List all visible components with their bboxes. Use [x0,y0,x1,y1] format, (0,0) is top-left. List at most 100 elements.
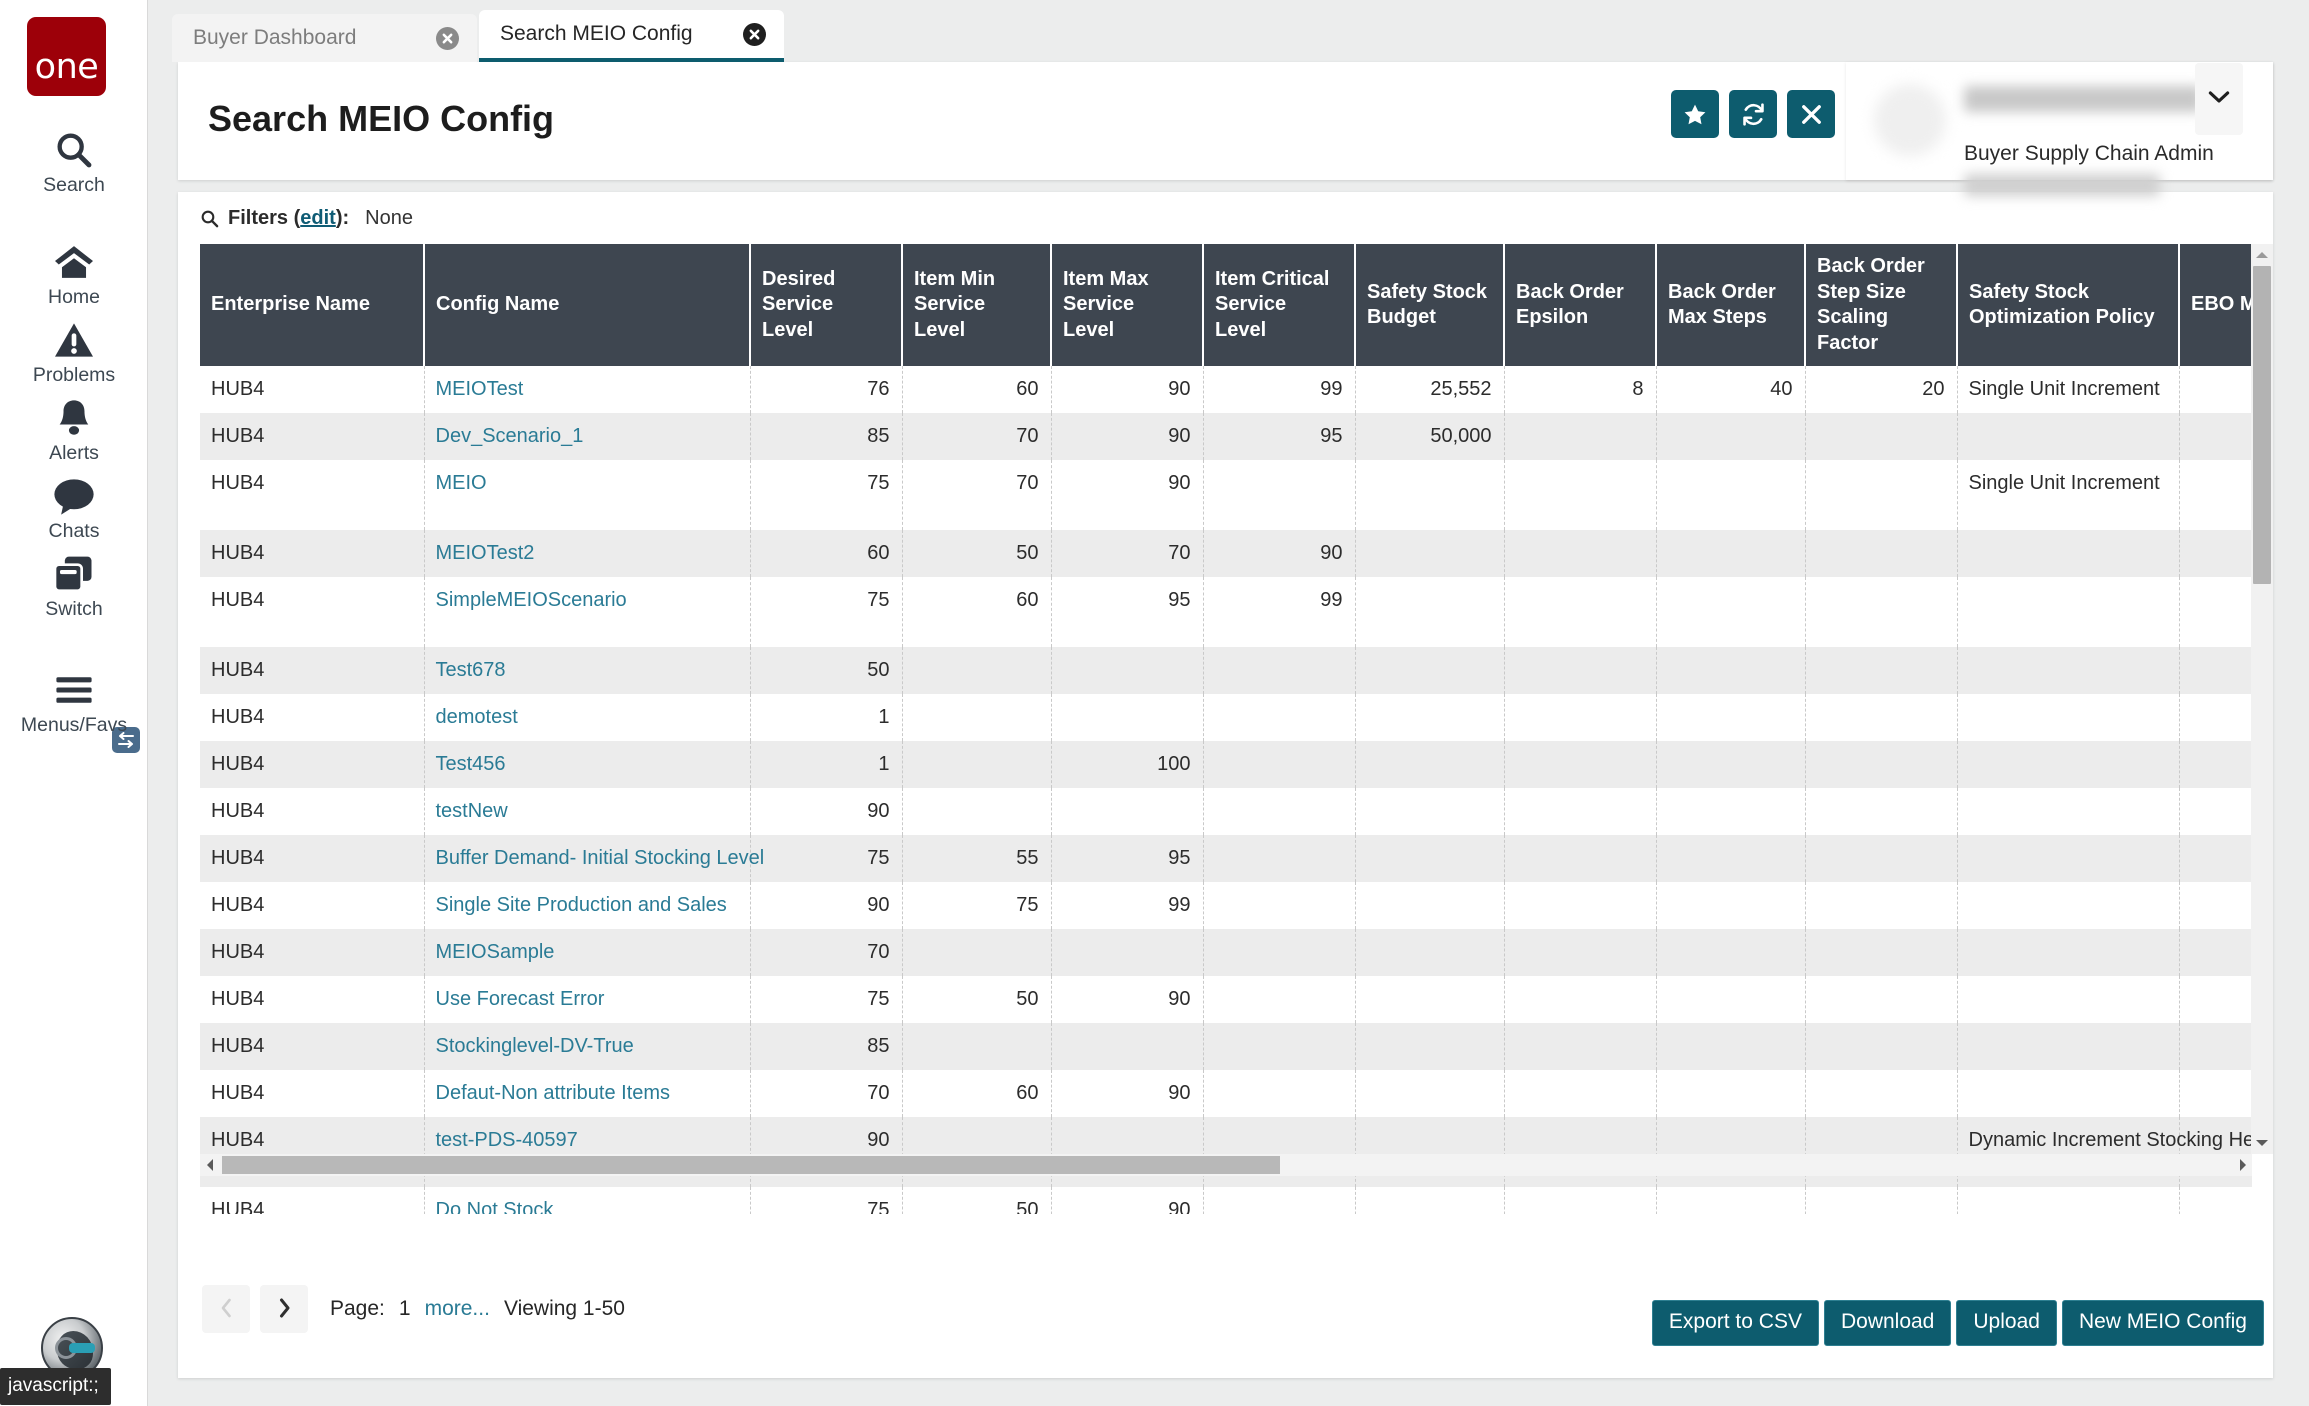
sidebar-item-switch[interactable]: Switch [0,552,148,621]
table-row[interactable]: HUB4Test67850 [200,647,2252,694]
cell-config[interactable]: Stockinglevel-DV-True [424,1023,750,1070]
config-name-link[interactable]: test-PDS-40597 [436,1129,578,1151]
config-name-link[interactable]: MEIOTest [436,378,524,400]
scroll-up-icon[interactable] [2251,244,2273,266]
horizontal-scrollbar[interactable] [200,1154,2252,1176]
cell-config[interactable]: Single Site Production and Sales [424,882,750,929]
cell-config[interactable]: MEIOTest [424,366,750,413]
column-header-desired-service-level[interactable]: Desired Service Level [750,244,902,366]
config-name-link[interactable]: Test678 [436,659,506,681]
one-network-logo[interactable]: one [27,17,106,96]
config-name-link[interactable]: Defaut-Non attribute Items [436,1082,671,1104]
table-row[interactable]: HUB4MEIOSample70 [200,929,2252,976]
column-header-config-name[interactable]: Config Name [424,244,750,366]
horizontal-scroll-thumb[interactable] [222,1156,1280,1174]
cell-config[interactable]: testNew [424,788,750,835]
config-name-link[interactable]: Dev_Scenario_1 [436,425,584,447]
cell-config[interactable]: Use Forecast Error [424,976,750,1023]
cell-ebo [2179,882,2252,929]
config-name-link[interactable]: Stockinglevel-DV-True [436,1035,634,1057]
close-icon[interactable] [436,27,459,50]
config-name-link[interactable]: MEIO [436,472,487,494]
table-row[interactable]: HUB4Stockinglevel-DV-True85 [200,1023,2252,1070]
config-name-link[interactable]: Use Forecast Error [436,988,605,1010]
more-pages-link[interactable]: more... [425,1297,490,1321]
cell-config[interactable]: Test456 [424,741,750,788]
cell-config[interactable]: MEIOTest2 [424,530,750,577]
new-meio-config-button[interactable]: New MEIO Config [2062,1300,2264,1346]
table-row[interactable]: HUB4Buffer Demand- Initial Stocking Leve… [200,835,2252,882]
vertical-scroll-thumb[interactable] [2253,266,2271,584]
cell-maxsteps [1656,882,1805,929]
column-header-safety-stock-optimization-policy[interactable]: Safety Stock Optimization Policy [1957,244,2179,366]
table-row[interactable]: HUB4testNew90 [200,788,2252,835]
sidebar-item-search[interactable]: Search [0,128,148,197]
cell-config[interactable]: SimpleMEIOScenario [424,577,750,647]
download-button[interactable]: Download [1824,1300,1951,1346]
config-name-link[interactable]: MEIOSample [436,941,555,963]
column-header-ebo-max-threshold[interactable]: EBO Max Threshold [2179,244,2252,366]
table-row[interactable]: HUB4Defaut-Non attribute Items706090 [200,1070,2252,1117]
column-header-back-order-max-steps[interactable]: Back Order Max Steps [1656,244,1805,366]
table-row[interactable]: HUB4Do Not Stock755090 [200,1187,2252,1214]
favorite-button[interactable] [1671,90,1719,138]
table-row[interactable]: HUB4test-PDS-4059790Dynamic Increment St… [200,1117,2252,1187]
upload-button[interactable]: Upload [1956,1300,2057,1346]
cell-config[interactable]: Defaut-Non attribute Items [424,1070,750,1117]
column-header-item-max-service-level[interactable]: Item Max Service Level [1051,244,1203,366]
cell-config[interactable]: Test678 [424,647,750,694]
cell-config[interactable]: Dev_Scenario_1 [424,413,750,460]
cell-config[interactable]: test-PDS-40597 [424,1117,750,1187]
previous-page-button[interactable] [202,1285,250,1333]
cell-config[interactable]: demotest [424,694,750,741]
config-name-link[interactable]: SimpleMEIOScenario [436,589,627,611]
config-name-link[interactable]: demotest [436,706,518,728]
cell-config[interactable]: Do Not Stock [424,1187,750,1214]
scroll-left-icon[interactable] [200,1154,220,1176]
table-row[interactable]: HUB4Use Forecast Error755090 [200,976,2252,1023]
column-header-item-min-service-level[interactable]: Item Min Service Level [902,244,1051,366]
cell-epsilon: 8 [1504,366,1656,413]
table-row[interactable]: HUB4SimpleMEIOScenario75609599 [200,577,2252,647]
scroll-down-icon[interactable] [2251,1132,2273,1154]
table-row[interactable]: HUB4MEIO757090Single Unit Increment [200,460,2252,530]
table-row[interactable]: HUB4demotest1 [200,694,2252,741]
column-header-back-order-epsilon[interactable]: Back Order Epsilon [1504,244,1656,366]
scroll-right-icon[interactable] [2232,1154,2252,1176]
close-button[interactable] [1787,90,1835,138]
table-row[interactable]: HUB4Single Site Production and Sales9075… [200,882,2252,929]
column-header-item-critical-service-level[interactable]: Item Critical Service Level [1203,244,1355,366]
config-name-link[interactable]: Buffer Demand- Initial Stocking Level [436,847,765,869]
table-row[interactable]: HUB4Dev_Scenario_18570909550,000 [200,413,2252,460]
sidebar-item-alerts[interactable]: Alerts [0,396,148,465]
config-name-link[interactable]: testNew [436,800,508,822]
column-header-safety-stock-budget[interactable]: Safety Stock Budget [1355,244,1504,366]
refresh-button[interactable] [1729,90,1777,138]
next-page-button[interactable] [260,1285,308,1333]
config-name-link[interactable]: Test456 [436,753,506,775]
export-to-csv-button[interactable]: Export to CSV [1652,1300,1819,1346]
table-row[interactable]: HUB4MEIOTest260507090 [200,530,2252,577]
config-name-link[interactable]: Single Site Production and Sales [436,894,727,916]
sidebar-item-problems[interactable]: Problems [0,318,148,387]
cell-config[interactable]: MEIOSample [424,929,750,976]
tab-buyer-dashboard[interactable]: Buyer Dashboard [172,14,477,62]
cell-config[interactable]: MEIO [424,460,750,530]
table-row[interactable]: HUB4MEIOTest7660909925,55284020Single Un… [200,366,2252,413]
config-name-link[interactable]: MEIOTest2 [436,542,535,564]
sidebar-item-menus-favs[interactable]: Menus/Favs [0,668,148,737]
user-menu-toggle[interactable] [2195,63,2243,135]
column-header-back-order-step-size-scaling-factor[interactable]: Back Order Step Size Scaling Factor [1805,244,1957,366]
vertical-scrollbar[interactable] [2251,244,2273,1154]
filters-label: Filters [228,207,288,230]
cell-config[interactable]: Buffer Demand- Initial Stocking Level [424,835,750,882]
column-header-enterprise-name[interactable]: Enterprise Name [200,244,424,366]
table-row[interactable]: HUB4Test4561100 [200,741,2252,788]
tab-search-meio-config[interactable]: Search MEIO Config [479,10,784,62]
config-name-link[interactable]: Do Not Stock [436,1199,554,1214]
cell-policy [1957,741,2179,788]
filters-edit-link[interactable]: edit [300,207,336,230]
sidebar-item-home[interactable]: Home [0,240,148,309]
sidebar-item-chats[interactable]: Chats [0,474,148,543]
close-icon[interactable] [743,23,766,46]
